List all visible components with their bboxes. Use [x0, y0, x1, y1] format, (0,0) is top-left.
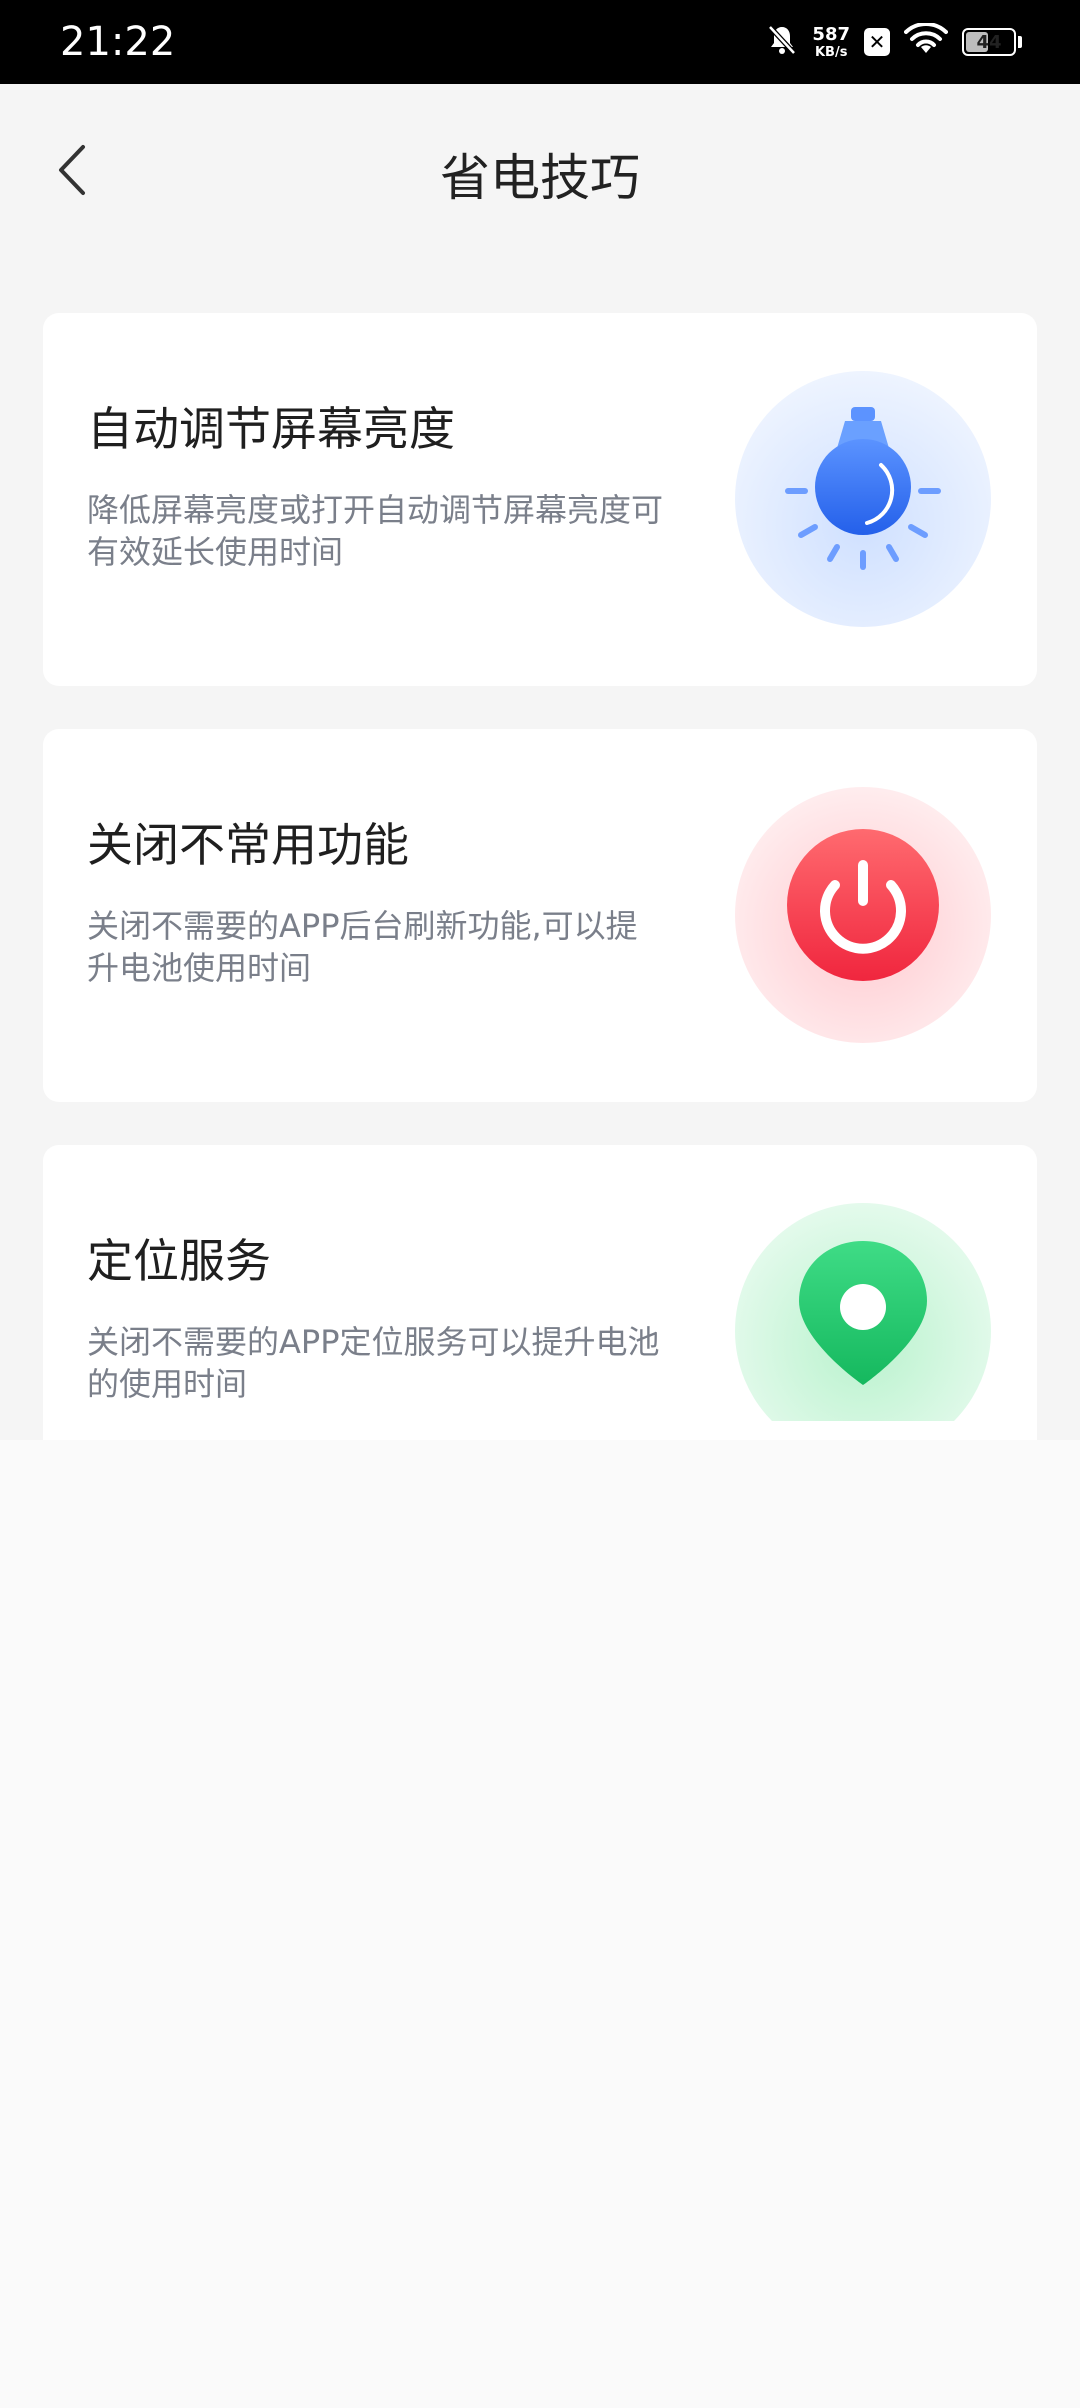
- status-icons: 587 KB/s ✕ 44: [766, 20, 1022, 64]
- header: 省电技巧: [0, 84, 1080, 264]
- network-speed-value: 587: [812, 23, 850, 45]
- bell-muted-icon: [766, 23, 798, 61]
- tip-card-location[interactable]: 定位服务 关闭不需要的APP定位服务可以提升电池的使用时间: [43, 1145, 1037, 1440]
- location-pin-icon: [733, 1201, 993, 1421]
- wifi-icon: [904, 22, 948, 61]
- light-bulb-icon: [733, 369, 993, 629]
- close-notification-icon: ✕: [864, 28, 890, 56]
- tip-card-unused-features[interactable]: 关闭不常用功能 关闭不需要的APP后台刷新功能,可以提升电池使用时间: [43, 729, 1037, 1102]
- tip-title: 定位服务: [87, 1234, 271, 1288]
- tip-description: 降低屏幕亮度或打开自动调节屏幕亮度可有效延长使用时间: [87, 491, 664, 571]
- network-speed: 587 KB/s: [812, 23, 850, 60]
- network-speed-unit: KB/s: [814, 44, 848, 60]
- empty-area: [0, 1440, 1080, 2408]
- tip-title: 自动调节屏幕亮度: [87, 402, 455, 456]
- tip-description: 关闭不需要的APP后台刷新功能,可以提升电池使用时间: [87, 907, 638, 987]
- tip-title: 关闭不常用功能: [87, 818, 409, 872]
- battery-icon: 44: [962, 28, 1016, 56]
- status-bar: 21:22 587 KB/s ✕ 44: [0, 0, 1080, 84]
- tip-description: 关闭不需要的APP定位服务可以提升电池的使用时间: [87, 1323, 660, 1403]
- status-time: 21:22: [60, 19, 176, 65]
- battery-tips-screen: 省电技巧 自动调节屏幕亮度 降低屏幕亮度或打开自动调节屏幕亮度可有效延长使用时间: [0, 84, 1080, 1440]
- page-title: 省电技巧: [440, 149, 640, 207]
- power-icon: [733, 785, 993, 1045]
- tip-card-brightness[interactable]: 自动调节屏幕亮度 降低屏幕亮度或打开自动调节屏幕亮度可有效延长使用时间: [43, 313, 1037, 686]
- battery-level: 44: [976, 31, 1002, 53]
